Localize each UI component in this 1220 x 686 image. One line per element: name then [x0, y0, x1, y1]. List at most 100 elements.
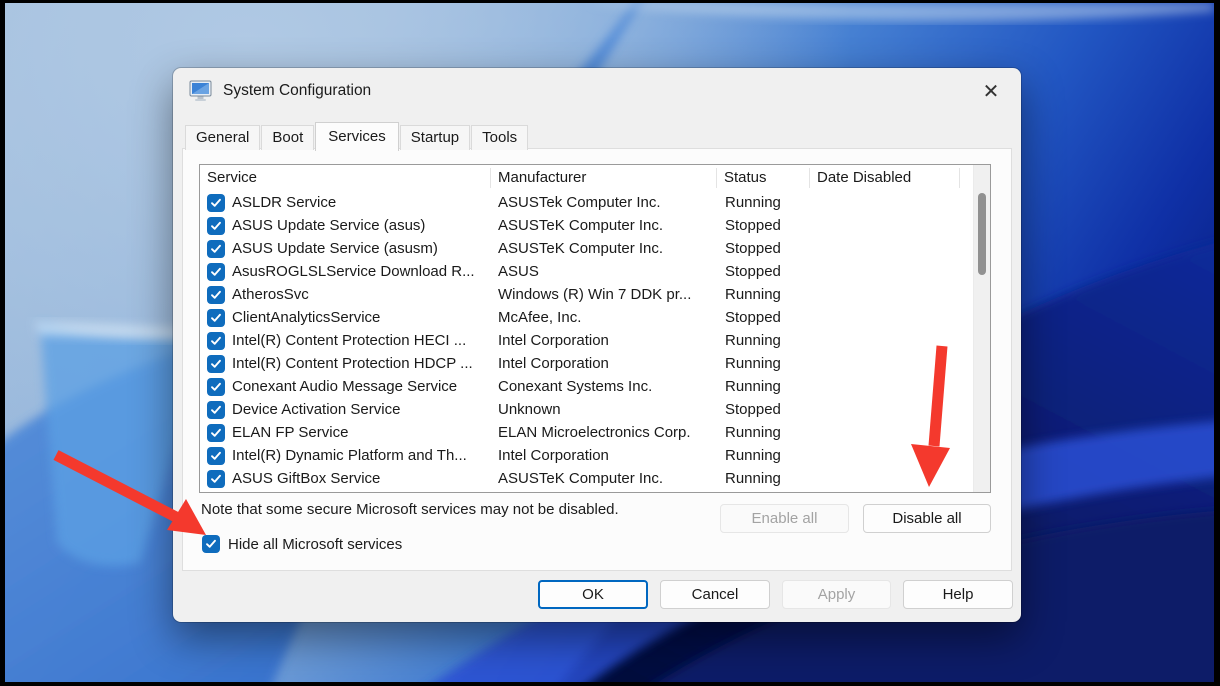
- status-cell: Stopped: [717, 401, 810, 418]
- table-row[interactable]: Intel(R) Content Protection HECI ...Inte…: [200, 329, 990, 352]
- close-button[interactable]: ✕: [975, 76, 1007, 106]
- checkmark-icon: [210, 359, 222, 369]
- table-row[interactable]: AtherosSvcWindows (R) Win 7 DDK pr...Run…: [200, 283, 990, 306]
- column-header-date-disabled[interactable]: Date Disabled: [810, 168, 960, 188]
- checkmark-icon: [210, 267, 222, 277]
- status-cell: Stopped: [717, 217, 810, 234]
- table-row[interactable]: Intel(R) Content Protection HDCP ...Inte…: [200, 352, 990, 375]
- manufacturer-cell: ASUSTeK Computer Inc.: [491, 217, 717, 234]
- window-title: System Configuration: [223, 82, 371, 100]
- table-row[interactable]: ELAN FP ServiceELAN Microelectronics Cor…: [200, 421, 990, 444]
- service-name-cell: Intel(R) Content Protection HDCP ...: [225, 355, 491, 372]
- manufacturer-cell: McAfee, Inc.: [491, 309, 717, 326]
- checkmark-icon: [210, 313, 222, 323]
- service-checkbox[interactable]: [207, 424, 225, 442]
- ok-button[interactable]: OK: [538, 580, 648, 609]
- disable-all-button[interactable]: Disable all: [863, 504, 991, 533]
- table-row[interactable]: Conexant Audio Message ServiceConexant S…: [200, 375, 990, 398]
- service-checkbox[interactable]: [207, 401, 225, 419]
- tab-tools[interactable]: Tools: [471, 125, 528, 150]
- service-checkbox[interactable]: [207, 332, 225, 350]
- column-header-status[interactable]: Status: [717, 168, 810, 188]
- table-row[interactable]: ASUS GiftBox ServiceASUSTeK Computer Inc…: [200, 467, 990, 490]
- status-cell: Running: [717, 332, 810, 349]
- tab-bar: GeneralBootServicesStartupTools: [185, 122, 529, 150]
- table-row[interactable]: ClientAnalyticsServiceMcAfee, Inc.Stoppe…: [200, 306, 990, 329]
- checkmark-icon: [210, 336, 222, 346]
- service-name-cell: ASUS Update Service (asus): [225, 217, 491, 234]
- scrollbar-thumb[interactable]: [978, 193, 986, 275]
- service-checkbox[interactable]: [207, 493, 225, 494]
- manufacturer-cell: Intel Corporation: [491, 332, 717, 349]
- service-checkbox[interactable]: [207, 263, 225, 281]
- checkmark-icon: [210, 198, 222, 208]
- tab-startup[interactable]: Startup: [400, 125, 470, 150]
- service-name-cell: Conexant Audio Message Service: [225, 378, 491, 395]
- manufacturer-cell: Windows (R) Win 7 DDK pr...: [491, 286, 717, 303]
- service-name-cell: Intel(R) Dynamic Platform and Th...: [225, 447, 491, 464]
- hide-microsoft-services-row: Hide all Microsoft services: [202, 535, 402, 553]
- service-checkbox[interactable]: [207, 378, 225, 396]
- hide-microsoft-checkbox[interactable]: [202, 535, 220, 553]
- table-row[interactable]: Intel(R) Dynamic Platform and Th...Intel…: [200, 444, 990, 467]
- tab-general[interactable]: General: [185, 125, 260, 150]
- service-checkbox[interactable]: [207, 240, 225, 258]
- system-configuration-dialog: System Configuration ✕ GeneralBootServic…: [173, 68, 1021, 622]
- service-checkbox[interactable]: [207, 217, 225, 235]
- table-row[interactable]: ASUS Update Service (asusm)ASUSTeK Compu…: [200, 237, 990, 260]
- status-cell: Running: [717, 286, 810, 303]
- checkmark-icon: [210, 405, 222, 415]
- manufacturer-cell: Intel Corporation: [491, 355, 717, 372]
- checkmark-icon: [210, 221, 222, 231]
- tab-services[interactable]: Services: [315, 122, 399, 151]
- service-list-body: ASLDR ServiceASUSTek Computer Inc.Runnin…: [200, 191, 990, 493]
- checkmark-icon: [210, 382, 222, 392]
- manufacturer-cell: ASUSTek Computer Inc.: [491, 194, 717, 211]
- vertical-scrollbar[interactable]: [973, 165, 990, 492]
- table-row[interactable]: ASLDR ServiceASUSTek Computer Inc.Runnin…: [200, 191, 990, 214]
- status-cell: Running: [717, 355, 810, 372]
- status-cell: Running: [717, 470, 810, 487]
- manufacturer-cell: ELAN Microelectronics Corp.: [491, 424, 717, 441]
- status-cell: Running: [717, 194, 810, 211]
- manufacturer-cell: Intel Corporation: [491, 447, 717, 464]
- hide-microsoft-label: Hide all Microsoft services: [228, 536, 402, 553]
- manufacturer-cell: ASUS: [491, 263, 717, 280]
- service-checkbox[interactable]: [207, 355, 225, 373]
- checkmark-icon: [210, 244, 222, 254]
- status-cell: Running: [717, 447, 810, 464]
- table-row[interactable]: ASUS Update Service (asus)ASUSTeK Comput…: [200, 214, 990, 237]
- status-cell: Stopped: [717, 309, 810, 326]
- table-row[interactable]: Device Activation ServiceUnknownStopped: [200, 398, 990, 421]
- close-icon: ✕: [983, 79, 1000, 104]
- service-checkbox[interactable]: [207, 470, 225, 488]
- help-button[interactable]: Help: [903, 580, 1013, 609]
- checkmark-icon: [210, 474, 222, 484]
- cancel-button[interactable]: Cancel: [660, 580, 770, 609]
- service-checkbox[interactable]: [207, 309, 225, 327]
- status-cell: Running: [717, 378, 810, 395]
- services-tab-page: Service Manufacturer Status Date Disable…: [182, 148, 1012, 571]
- checkmark-icon: [210, 428, 222, 438]
- list-header: Service Manufacturer Status Date Disable…: [200, 165, 990, 191]
- column-header-service[interactable]: Service: [200, 168, 491, 188]
- column-header-manufacturer[interactable]: Manufacturer: [491, 168, 717, 188]
- manufacturer-cell: ASUSTeK Computer Inc.: [491, 470, 717, 487]
- manufacturer-cell: Unknown: [491, 401, 717, 418]
- service-name-cell: AtherosSvc: [225, 286, 491, 303]
- table-row[interactable]: AsusROGLSLService Download R...ASUSStopp…: [200, 260, 990, 283]
- tab-boot[interactable]: Boot: [261, 125, 314, 150]
- system-configuration-icon: [189, 80, 213, 102]
- service-checkbox[interactable]: [207, 194, 225, 212]
- service-checkbox[interactable]: [207, 286, 225, 304]
- checkmark-icon: [210, 451, 222, 461]
- apply-button[interactable]: Apply: [782, 580, 891, 609]
- secure-services-note: Note that some secure Microsoft services…: [201, 501, 619, 518]
- service-name-cell: Device Activation Service: [225, 401, 491, 418]
- service-name-cell: ASUS GiftBox Service: [225, 470, 491, 487]
- checkmark-icon: [210, 290, 222, 300]
- enable-all-button[interactable]: Enable all: [720, 504, 849, 533]
- screenshot-root: { "window": { "title": "System Configura…: [0, 0, 1220, 686]
- table-row-partial[interactable]: [200, 490, 990, 493]
- service-checkbox[interactable]: [207, 447, 225, 465]
